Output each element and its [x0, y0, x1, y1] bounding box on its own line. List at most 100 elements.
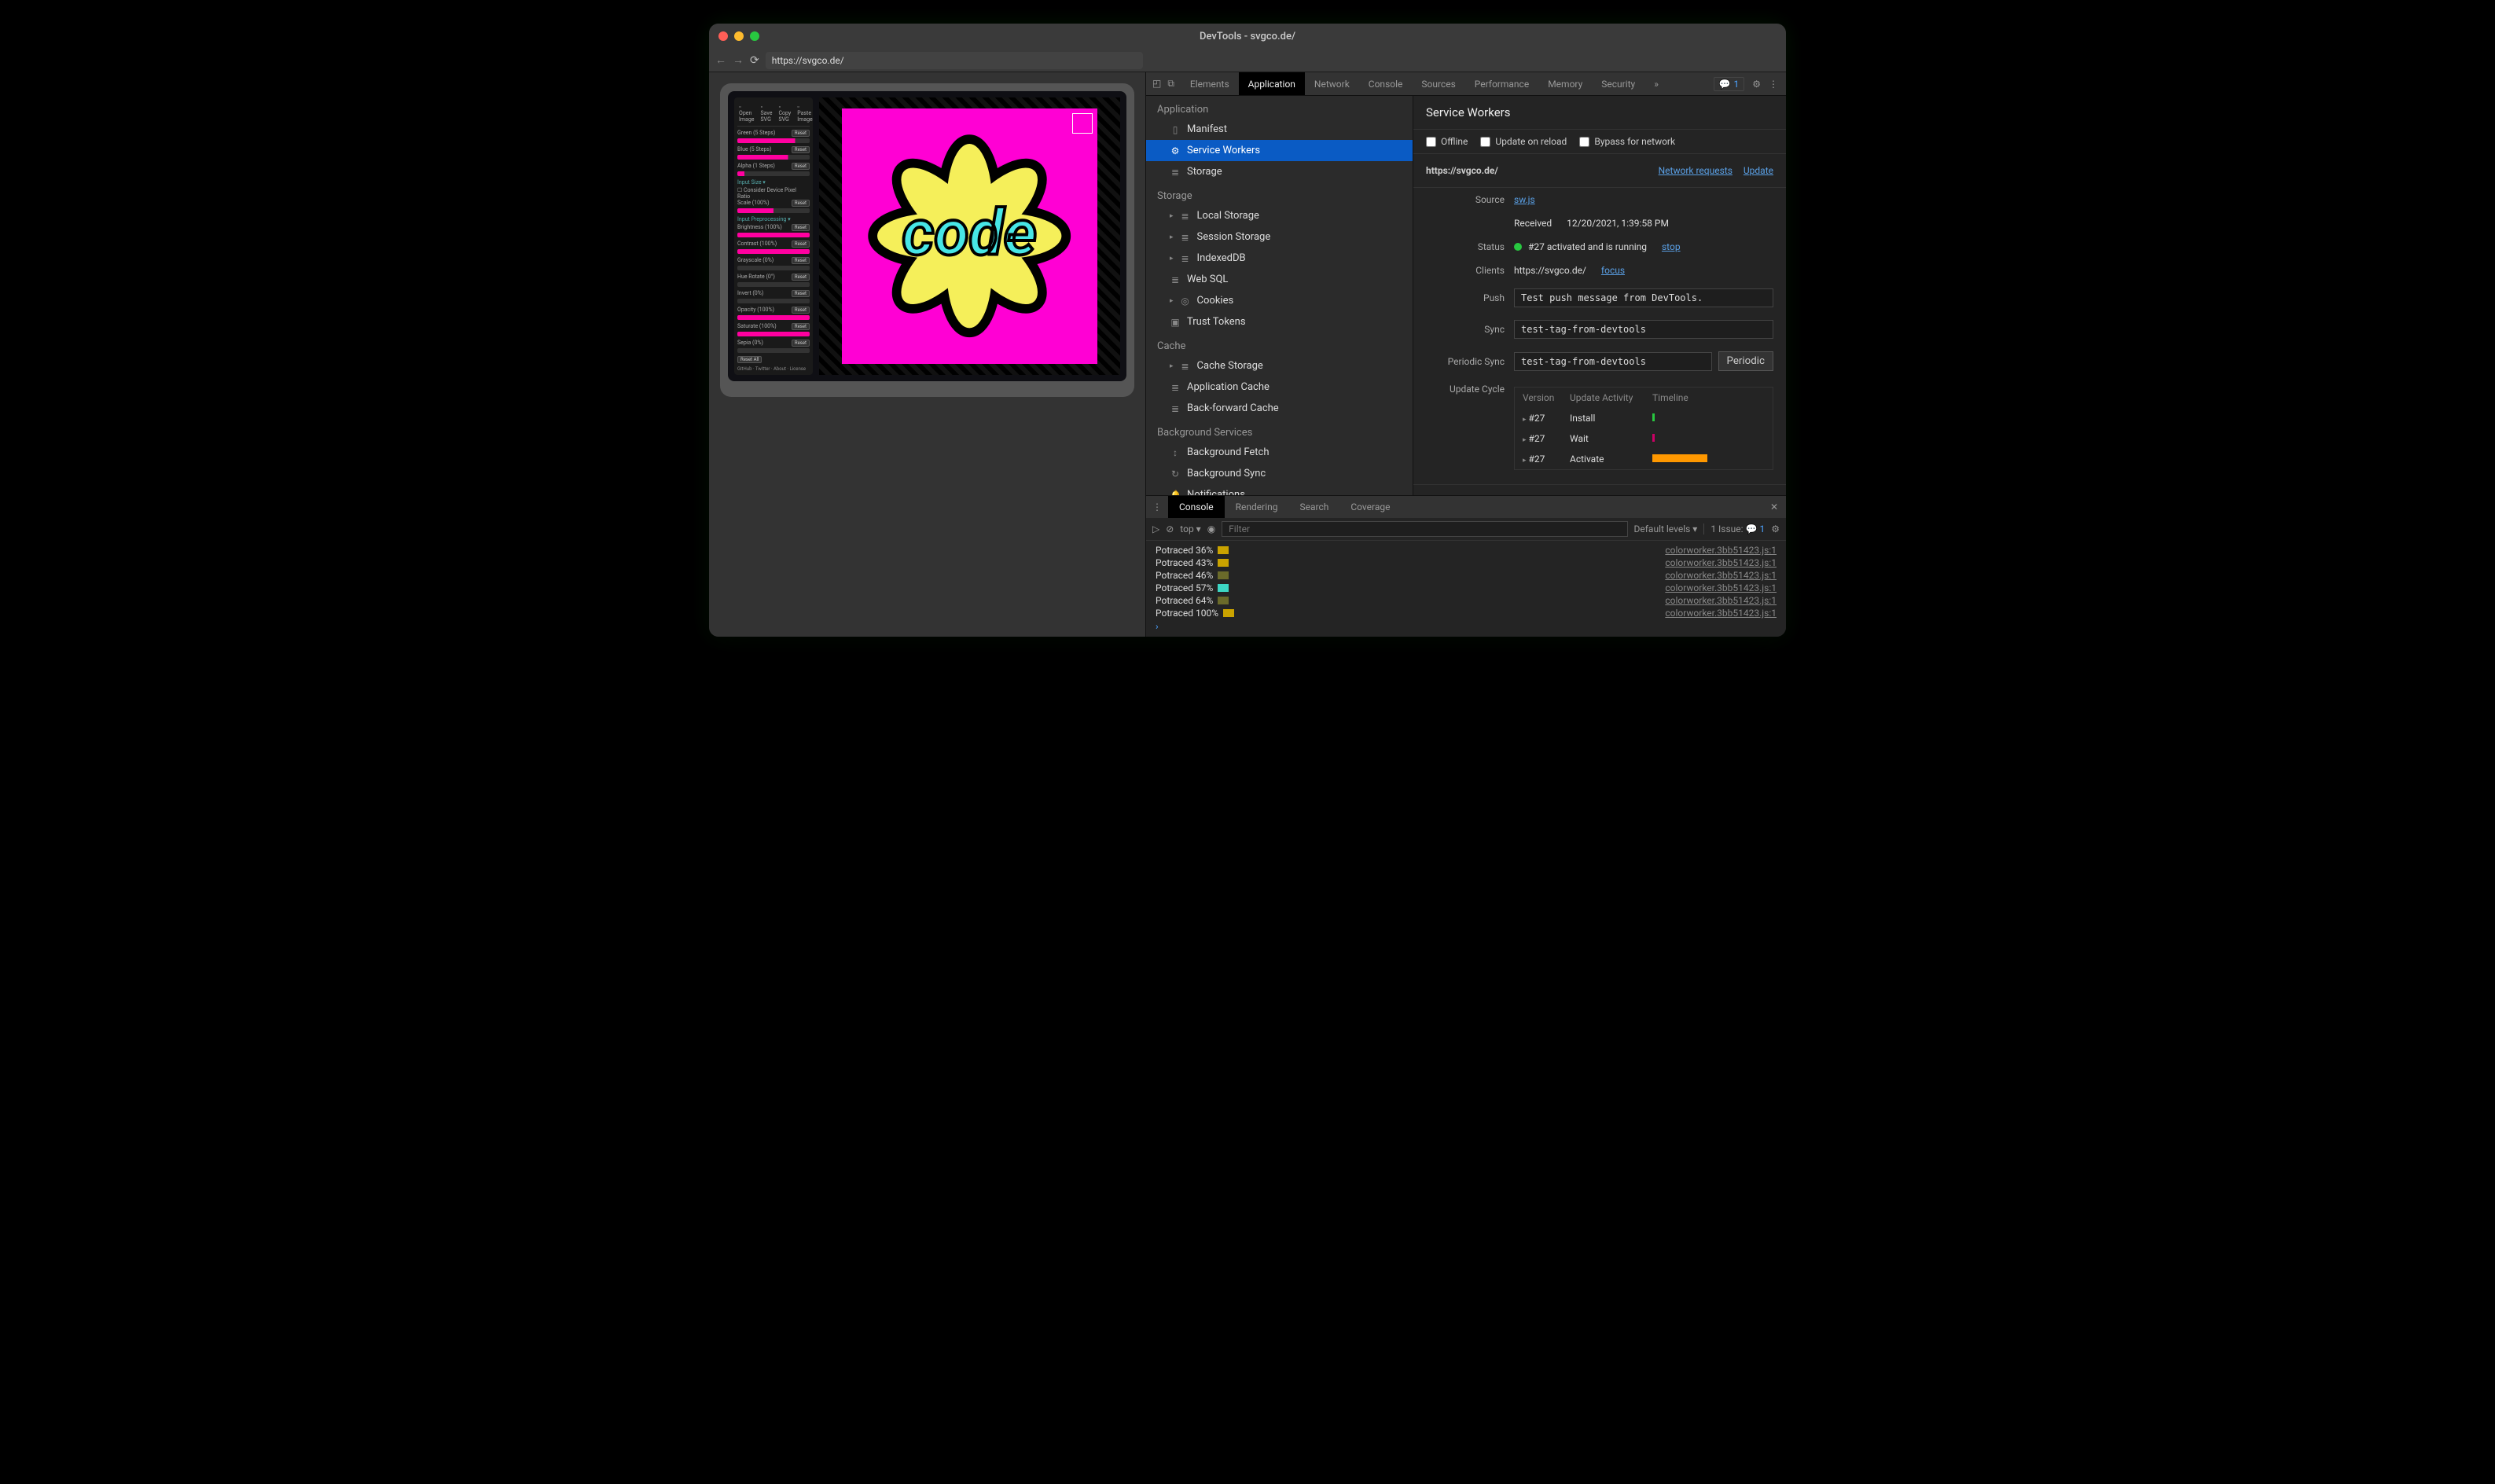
console-filter-input[interactable]	[1222, 521, 1627, 537]
expand-icon[interactable]: ▸	[1170, 212, 1174, 220]
slider[interactable]	[737, 282, 810, 287]
slider[interactable]	[737, 266, 810, 270]
push-input[interactable]	[1514, 288, 1773, 307]
expand-icon[interactable]: ▸	[1170, 362, 1174, 370]
tab-memory[interactable]: Memory	[1538, 72, 1592, 95]
slider[interactable]	[737, 155, 810, 160]
periodic-sync-button[interactable]: Periodic	[1718, 351, 1773, 371]
periodic-sync-input[interactable]	[1514, 352, 1712, 371]
sidebar-item-local-storage[interactable]: ▸≣Local Storage	[1146, 205, 1413, 226]
slider[interactable]	[737, 233, 810, 237]
inspect-icon[interactable]: ◰	[1152, 78, 1161, 90]
console-settings-icon[interactable]: ⚙	[1771, 523, 1780, 534]
reset-button[interactable]: Reset	[792, 224, 810, 231]
close-window-button[interactable]	[718, 31, 728, 41]
stop-link[interactable]: stop	[1662, 241, 1681, 252]
reset-button[interactable]: Reset	[792, 323, 810, 330]
log-source-link[interactable]: colorworker.3bb51423.js:1	[1665, 545, 1777, 556]
slider[interactable]	[737, 299, 810, 303]
sidebar-item-service-workers[interactable]: ⚙Service Workers	[1146, 140, 1413, 161]
slider[interactable]	[737, 171, 810, 176]
kebab-menu-icon[interactable]: ⋮	[1769, 79, 1778, 90]
issues-label[interactable]: 1 Issue: 💬 1	[1703, 523, 1765, 534]
sidebar-item-manifest[interactable]: ▯Manifest	[1146, 119, 1413, 140]
checkbox-item[interactable]: ☐ Consider Device Pixel Ratio	[737, 187, 810, 200]
checkbox-bypass-for-network[interactable]: Bypass for network	[1579, 136, 1675, 147]
sidebar-item-storage[interactable]: ≣Storage	[1146, 161, 1413, 182]
tab-performance[interactable]: Performance	[1465, 72, 1538, 95]
checkbox-update-on-reload[interactable]: Update on reload	[1480, 136, 1567, 147]
tab-console[interactable]: Console	[1359, 72, 1413, 95]
reset-button[interactable]: Reset	[792, 290, 810, 297]
sidebar-item-notifications[interactable]: 🔔Notifications	[1146, 484, 1413, 495]
reset-button[interactable]: Reset	[792, 307, 810, 314]
network-requests-link[interactable]: Network requests	[1659, 165, 1733, 176]
tab-network[interactable]: Network	[1305, 72, 1359, 95]
log-source-link[interactable]: colorworker.3bb51423.js:1	[1665, 570, 1777, 581]
clear-console-icon[interactable]: ⊘	[1166, 523, 1174, 534]
source-link[interactable]: sw.js	[1514, 194, 1535, 205]
slider[interactable]	[737, 138, 810, 143]
log-source-link[interactable]: colorworker.3bb51423.js:1	[1665, 557, 1777, 568]
svgcode-toolbar-item[interactable]: ▫ Open Image	[739, 104, 755, 123]
reload-button[interactable]: ⟳	[750, 54, 759, 67]
input-size-header[interactable]: Input Size ▾	[737, 179, 810, 186]
sidebar-item-trust-tokens[interactable]: ▣Trust Tokens	[1146, 311, 1413, 332]
settings-icon[interactable]: ⚙	[1752, 79, 1761, 90]
drawer-tab-coverage[interactable]: Coverage	[1339, 496, 1401, 518]
device-mode-icon[interactable]: ⧉	[1167, 78, 1174, 90]
back-button[interactable]: ←	[715, 53, 726, 67]
console-prompt[interactable]: ›	[1146, 619, 1786, 634]
more-tabs-button[interactable]: »	[1644, 72, 1668, 95]
live-expression-icon[interactable]: ◉	[1207, 523, 1215, 534]
minimize-window-button[interactable]	[734, 31, 744, 41]
tab-security[interactable]: Security	[1592, 72, 1644, 95]
drawer-close-icon[interactable]: ✕	[1762, 501, 1786, 512]
address-bar[interactable]	[766, 52, 1143, 69]
svgcode-canvas[interactable]: code	[819, 97, 1120, 375]
svgcode-toolbar-item[interactable]: ▫ Paste Image	[797, 104, 812, 123]
log-levels-selector[interactable]: Default levels ▾	[1634, 523, 1698, 534]
slider[interactable]	[737, 348, 810, 353]
log-source-link[interactable]: colorworker.3bb51423.js:1	[1665, 595, 1777, 606]
drawer-tab-rendering[interactable]: Rendering	[1225, 496, 1289, 518]
drawer-menu-icon[interactable]: ⋮	[1146, 501, 1168, 512]
slider[interactable]	[737, 315, 810, 320]
reset-button[interactable]: Reset	[792, 241, 810, 248]
drawer-tab-search[interactable]: Search	[1288, 496, 1339, 518]
log-source-link[interactable]: colorworker.3bb51423.js:1	[1665, 582, 1777, 593]
drawer-tab-console[interactable]: Console	[1168, 496, 1225, 518]
tab-elements[interactable]: Elements	[1181, 72, 1239, 95]
expand-icon[interactable]: ▸	[1170, 297, 1174, 305]
context-selector[interactable]: top ▾	[1180, 523, 1200, 534]
expand-icon[interactable]: ▸	[1170, 233, 1174, 241]
sidebar-item-application-cache[interactable]: ≣Application Cache	[1146, 377, 1413, 398]
sidebar-item-web-sql[interactable]: ≣Web SQL	[1146, 269, 1413, 290]
reset-button[interactable]: Reset	[792, 163, 810, 170]
log-source-link[interactable]: colorworker.3bb51423.js:1	[1665, 608, 1777, 619]
zoom-window-button[interactable]	[750, 31, 759, 41]
sync-input[interactable]	[1514, 320, 1773, 339]
run-icon[interactable]: ▷	[1152, 523, 1159, 534]
checkbox-offline[interactable]: Offline	[1426, 136, 1468, 147]
slider[interactable]	[737, 208, 810, 213]
expand-icon[interactable]: ▸	[1170, 255, 1174, 263]
sidebar-item-back-forward-cache[interactable]: ≣Back-forward Cache	[1146, 398, 1413, 419]
preproc-header[interactable]: Input Preprocessing ▾	[737, 216, 810, 222]
reset-button[interactable]: Reset	[792, 274, 810, 281]
sidebar-item-cache-storage[interactable]: ▸≣Cache Storage	[1146, 355, 1413, 377]
sidebar-item-indexeddb[interactable]: ▸≣IndexedDB	[1146, 248, 1413, 269]
tab-application[interactable]: Application	[1239, 72, 1305, 95]
sidebar-item-session-storage[interactable]: ▸≣Session Storage	[1146, 226, 1413, 248]
reset-button[interactable]: Reset	[792, 146, 810, 153]
reset-all-button[interactable]: Reset All	[737, 356, 762, 363]
tab-sources[interactable]: Sources	[1412, 72, 1464, 95]
reset-button[interactable]: Reset	[792, 257, 810, 264]
svgcode-toolbar-item[interactable]: ▫ Copy SVG	[778, 104, 791, 123]
issues-badge[interactable]: 💬 1	[1714, 77, 1745, 91]
sidebar-item-cookies[interactable]: ▸◎Cookies	[1146, 290, 1413, 311]
focus-link[interactable]: focus	[1601, 265, 1625, 276]
reset-button[interactable]: Reset	[792, 340, 810, 347]
sidebar-item-background-sync[interactable]: ↻Background Sync	[1146, 463, 1413, 484]
reset-button[interactable]: Reset	[792, 200, 810, 207]
